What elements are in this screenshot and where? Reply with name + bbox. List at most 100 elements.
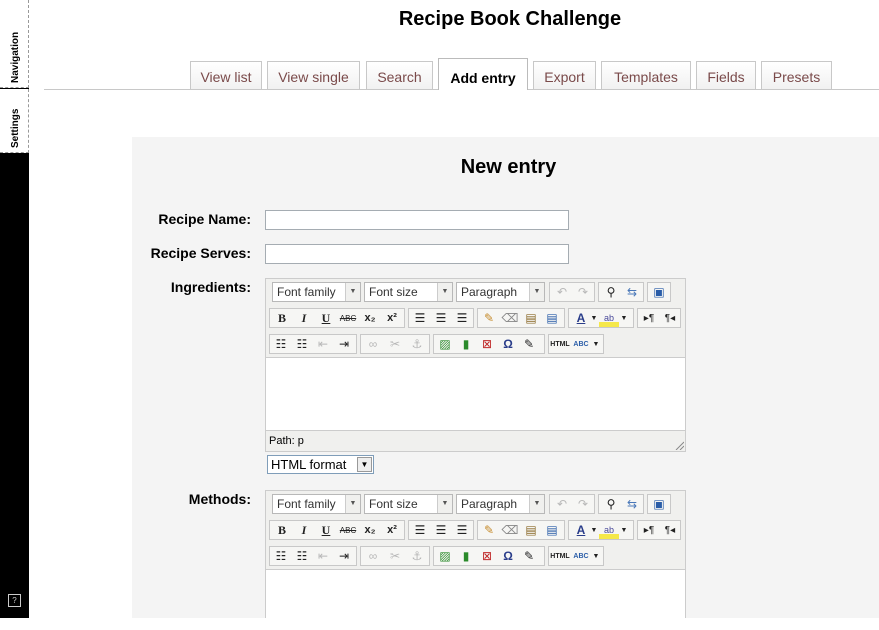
edit-icon[interactable]: ✎ [519, 336, 539, 353]
find-icon[interactable]: ⚲ [601, 496, 621, 513]
resize-handle-icon[interactable] [674, 440, 684, 450]
media-icon[interactable]: ▮ [456, 548, 476, 565]
chevron-down-icon[interactable]: ▼ [589, 522, 599, 539]
bold-icon[interactable]: B [272, 310, 292, 327]
tab-view-single[interactable]: View single [267, 61, 360, 89]
undo-icon[interactable]: ↶ [552, 496, 572, 513]
indent-icon[interactable]: ⇥ [334, 548, 354, 565]
spellcheck-icon[interactable]: ABC [571, 336, 591, 353]
bold-icon[interactable]: B [272, 522, 292, 539]
format-select[interactable]: HTML format ▼ [267, 455, 374, 474]
outdent-icon[interactable]: ⇤ [313, 336, 333, 353]
align-center-icon[interactable]: ☰ [431, 310, 451, 327]
link-icon[interactable]: ∞ [363, 548, 383, 565]
subscript-icon[interactable]: x₂ [360, 310, 380, 327]
undo-icon[interactable]: ↶ [552, 284, 572, 301]
special-char-icon[interactable]: Ω [498, 548, 518, 565]
indent-icon[interactable]: ⇥ [334, 336, 354, 353]
strikethrough-icon[interactable]: ABC [338, 522, 358, 539]
dock-tab-settings[interactable]: Settings [0, 89, 29, 153]
strikethrough-icon[interactable]: ABC [338, 310, 358, 327]
image-icon[interactable]: ▨ [435, 336, 455, 353]
text-color-icon[interactable]: A [571, 310, 591, 327]
special-char-icon[interactable]: Ω [498, 336, 518, 353]
redo-icon[interactable]: ↷ [573, 496, 593, 513]
italic-icon[interactable]: I [294, 310, 314, 327]
font-size-select[interactable]: Font size ▼ [364, 494, 453, 514]
font-size-select[interactable]: Font size ▼ [364, 282, 453, 302]
superscript-icon[interactable]: x² [382, 310, 402, 327]
chevron-down-icon[interactable]: ▼ [591, 548, 601, 565]
replace-icon[interactable]: ⇆ [622, 496, 642, 513]
eraser-icon[interactable]: ⌫ [500, 310, 520, 327]
superscript-icon[interactable]: x² [382, 522, 402, 539]
underline-icon[interactable]: U [316, 310, 336, 327]
unlink-icon[interactable]: ✂ [385, 336, 405, 353]
align-right-icon[interactable]: ☰ [452, 522, 472, 539]
numbered-list-icon[interactable]: ☷ [292, 548, 312, 565]
recipe-serves-input[interactable] [265, 244, 569, 264]
paragraph-select[interactable]: Paragraph ▼ [456, 282, 545, 302]
paste-word-icon[interactable]: ▤ [542, 522, 562, 539]
italic-icon[interactable]: I [294, 522, 314, 539]
align-left-icon[interactable]: ☰ [410, 310, 430, 327]
chevron-down-icon[interactable]: ▼ [591, 336, 601, 353]
ingredients-edit-area[interactable] [266, 357, 685, 431]
tab-search[interactable]: Search [366, 61, 433, 89]
redo-icon[interactable]: ↷ [573, 284, 593, 301]
bullet-list-icon[interactable]: ☷ [271, 548, 291, 565]
text-color-icon[interactable]: A [571, 522, 591, 539]
chevron-down-icon[interactable]: ▼ [589, 310, 599, 327]
paste-text-icon[interactable]: ▤ [521, 522, 541, 539]
rtl-icon[interactable]: ¶◂ [660, 522, 680, 539]
paste-word-icon[interactable]: ▤ [542, 310, 562, 327]
align-center-icon[interactable]: ☰ [431, 522, 451, 539]
tab-fields[interactable]: Fields [696, 61, 756, 89]
unlink-icon[interactable]: ✂ [385, 548, 405, 565]
chevron-down-icon[interactable]: ▼ [619, 522, 629, 539]
brush-icon[interactable]: ✎ [479, 310, 499, 327]
link-icon[interactable]: ∞ [363, 336, 383, 353]
tab-add-entry[interactable]: Add entry [438, 58, 528, 90]
fullscreen-icon[interactable]: ▣ [649, 496, 669, 513]
underline-icon[interactable]: U [316, 522, 336, 539]
html-icon[interactable]: HTML [550, 548, 570, 565]
tab-templates[interactable]: Templates [601, 61, 691, 89]
numbered-list-icon[interactable]: ☷ [292, 336, 312, 353]
methods-edit-area[interactable] [266, 569, 685, 630]
tab-presets[interactable]: Presets [761, 61, 832, 89]
ltr-icon[interactable]: ▸¶ [639, 310, 659, 327]
html-icon[interactable]: HTML [550, 336, 570, 353]
anchor-icon[interactable]: ⚓ [407, 548, 427, 565]
font-family-select[interactable]: Font family ▼ [272, 494, 361, 514]
find-icon[interactable]: ⚲ [601, 284, 621, 301]
brush-icon[interactable]: ✎ [479, 522, 499, 539]
font-family-select[interactable]: Font family ▼ [272, 282, 361, 302]
media-icon[interactable]: ▮ [456, 336, 476, 353]
nolink-icon[interactable]: ⊠ [477, 336, 497, 353]
highlight-color-icon[interactable]: ab [599, 522, 619, 539]
align-left-icon[interactable]: ☰ [410, 522, 430, 539]
bullet-list-icon[interactable]: ☷ [271, 336, 291, 353]
eraser-icon[interactable]: ⌫ [500, 522, 520, 539]
chevron-down-icon[interactable]: ▼ [619, 310, 629, 327]
help-icon[interactable]: ? [8, 594, 21, 607]
spellcheck-icon[interactable]: ABC [571, 548, 591, 565]
paste-text-icon[interactable]: ▤ [521, 310, 541, 327]
recipe-name-input[interactable] [265, 210, 569, 230]
replace-icon[interactable]: ⇆ [622, 284, 642, 301]
outdent-icon[interactable]: ⇤ [313, 548, 333, 565]
dock-tab-navigation[interactable]: Navigation [0, 0, 29, 88]
anchor-icon[interactable]: ⚓ [407, 336, 427, 353]
fullscreen-icon[interactable]: ▣ [649, 284, 669, 301]
edit-icon[interactable]: ✎ [519, 548, 539, 565]
rtl-icon[interactable]: ¶◂ [660, 310, 680, 327]
align-right-icon[interactable]: ☰ [452, 310, 472, 327]
highlight-color-icon[interactable]: ab [599, 310, 619, 327]
subscript-icon[interactable]: x₂ [360, 522, 380, 539]
paragraph-select[interactable]: Paragraph ▼ [456, 494, 545, 514]
tab-view-list[interactable]: View list [190, 61, 262, 89]
tab-export[interactable]: Export [533, 61, 596, 89]
image-icon[interactable]: ▨ [435, 548, 455, 565]
ltr-icon[interactable]: ▸¶ [639, 522, 659, 539]
